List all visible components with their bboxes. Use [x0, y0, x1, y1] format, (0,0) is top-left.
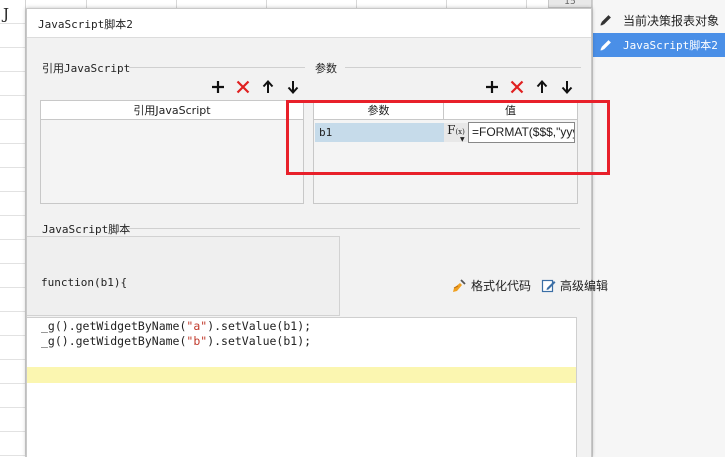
delete-ref-button[interactable]	[233, 77, 253, 97]
param-toolbar	[482, 77, 577, 97]
close-icon	[510, 80, 524, 94]
pencil-icon	[600, 40, 611, 51]
code-line: _g().getWidgetByName("b").setValue(b1);	[41, 334, 312, 348]
script-section-title: JavaScript脚本	[42, 223, 131, 236]
column-label: J	[3, 5, 10, 23]
section-divider	[128, 228, 580, 229]
dialog-title: JavaScript脚本2	[38, 18, 133, 31]
broom-icon	[453, 278, 466, 292]
right-panel-item-label: 当前决策报表对象	[623, 13, 720, 28]
move-down-param-button[interactable]	[557, 77, 577, 97]
right-panel-item-js-script[interactable]: JavaScript脚本2	[593, 33, 725, 57]
js-script-dialog: JavaScript脚本2 引用JavaScript 引用JavaScript …	[26, 8, 608, 457]
code-line: _g().getWidgetByName("a").setValue(b1);	[41, 319, 312, 333]
add-ref-button[interactable]	[208, 77, 228, 97]
ref-js-column-header: 引用JavaScript	[41, 101, 303, 120]
section-divider	[345, 67, 581, 68]
script-actions: 格式化代码 高级编辑	[451, 277, 608, 294]
code-editor[interactable]: _g().getWidgetByName("a").setValue(b1); …	[27, 317, 577, 457]
ref-toolbar	[208, 77, 303, 97]
right-panel: 当前决策报表对象 JavaScript脚本2	[592, 0, 725, 457]
advanced-edit-label: 高级编辑	[560, 279, 609, 293]
format-code-button[interactable]: 格式化代码	[451, 277, 531, 294]
highlight-annotation-box	[286, 100, 610, 175]
arrow-down-icon	[561, 81, 573, 94]
cell-number-badge: 15	[548, 0, 592, 8]
param-section-title: 参数	[315, 62, 337, 75]
spreadsheet-column: J	[0, 0, 26, 457]
ref-section-title: 引用JavaScript	[42, 62, 131, 75]
format-code-label: 格式化代码	[471, 279, 532, 293]
section-divider	[129, 67, 305, 68]
current-line-highlight	[27, 367, 576, 383]
function-signature: function(b1){	[41, 276, 128, 289]
arrow-up-icon	[536, 80, 548, 93]
arrow-up-icon	[262, 80, 274, 93]
arrow-down-icon	[287, 81, 299, 94]
plus-icon	[486, 81, 498, 93]
delete-param-button[interactable]	[507, 77, 527, 97]
right-panel-item-current-report[interactable]: 当前决策报表对象	[593, 8, 725, 32]
advanced-edit-button[interactable]: 高级编辑	[541, 277, 608, 294]
pencil-icon	[600, 15, 611, 26]
edit-document-icon	[541, 279, 556, 293]
right-panel-item-label: JavaScript脚本2	[623, 39, 718, 52]
close-icon	[236, 80, 250, 94]
ref-js-table: 引用JavaScript	[40, 100, 304, 204]
move-up-param-button[interactable]	[532, 77, 552, 97]
add-param-button[interactable]	[482, 77, 502, 97]
move-down-ref-button[interactable]	[283, 77, 303, 97]
plus-icon	[212, 81, 224, 93]
move-up-ref-button[interactable]	[258, 77, 278, 97]
